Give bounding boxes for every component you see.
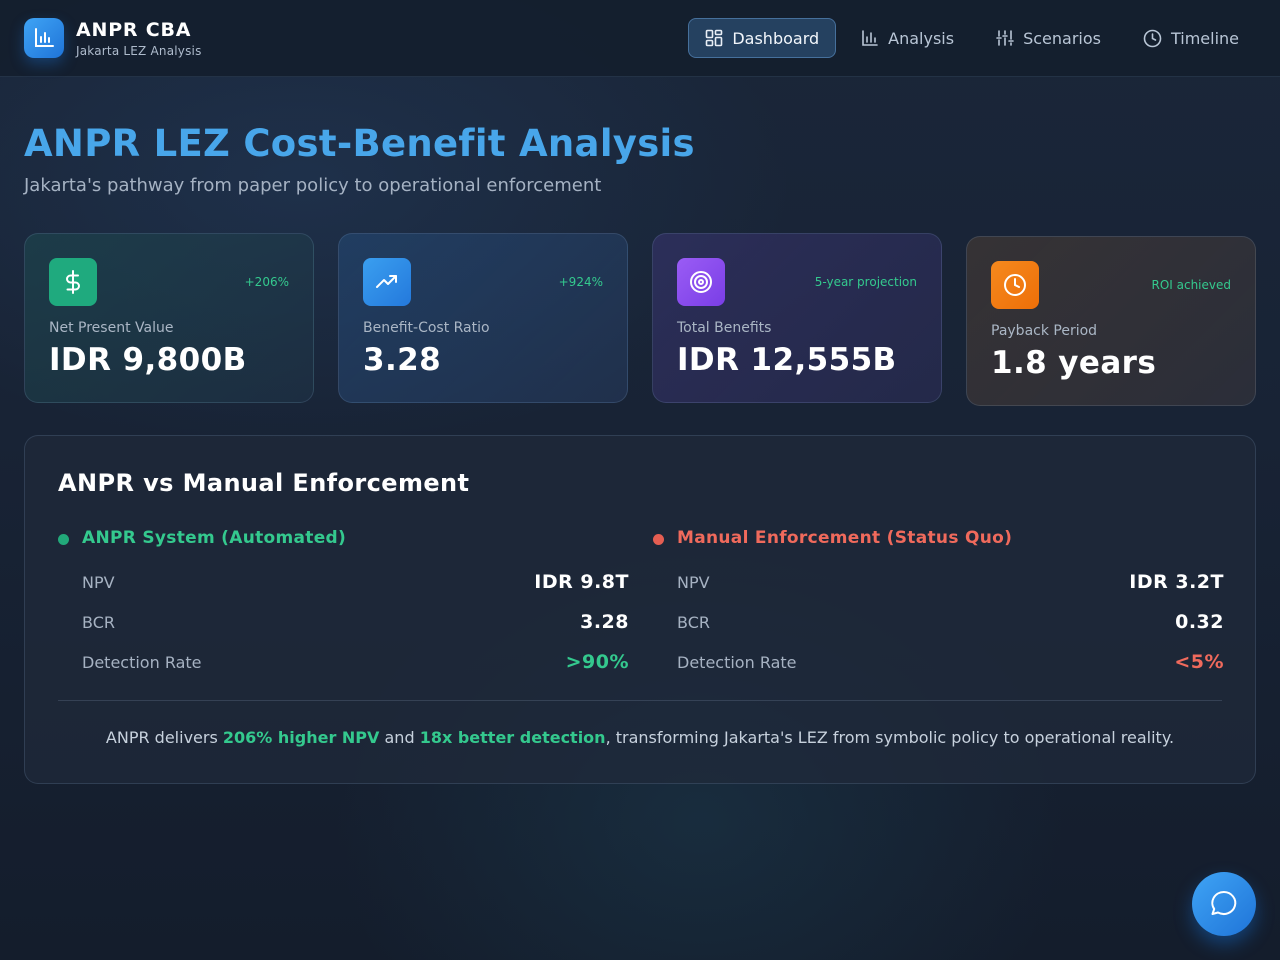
metric-label: NPV [677,573,710,592]
anpr-metric-npv: NPV IDR 9.8T [82,571,629,595]
kpi-badge: +924% [558,275,603,289]
bar-chart-icon [862,30,878,46]
grid-icon [706,29,723,47]
nav-timeline[interactable]: Timeline [1126,18,1256,58]
manual-heading-text: Manual Enforcement (Status Quo) [677,528,1013,548]
metric-label: Detection Rate [677,653,797,672]
metric-value: IDR 9.8T [534,571,629,593]
anpr-heading-text: ANPR System (Automated) [82,528,347,548]
kpi-value: IDR 9,800B [49,342,247,378]
trending-up-icon [363,258,411,306]
chat-button[interactable] [1192,872,1256,936]
brand-title[interactable]: ANPR CBA [76,19,191,41]
manual-metric-npv: NPV IDR 3.2T [677,571,1224,595]
manual-metric-bcr: BCR 0.32 [677,611,1224,635]
summary-suffix: , transforming Jakarta's LEZ from symbol… [605,728,1175,747]
dollar-icon [49,258,97,306]
page-subtitle: Jakarta's pathway from paper policy to o… [24,175,602,196]
clock-icon [991,261,1039,309]
status-dot-icon [653,534,664,545]
anpr-column: ANPR System (Automated) NPV IDR 9.8T BCR… [58,528,629,673]
kpi-label: Payback Period [991,323,1098,339]
nav-analysis-label: Analysis [888,28,955,48]
anpr-metric-bcr: BCR 3.28 [82,611,629,635]
metric-value: IDR 3.2T [1129,571,1224,593]
summary-highlight-npv: 206% higher NPV [222,728,380,747]
clock-icon [1143,29,1162,47]
nav-dashboard-label: Dashboard [732,28,820,48]
nav-analysis[interactable]: Analysis [844,18,971,58]
kpi-badge: 5-year projection [814,275,917,289]
kpi-card-npv[interactable]: +206% Net Present Value IDR 9,800B [24,233,314,403]
metric-value: >90% [565,651,629,673]
summary-middle: and [379,728,420,747]
page-title: ANPR LEZ Cost-Benefit Analysis [24,122,695,165]
kpi-value: 3.28 [363,342,442,378]
nav-dashboard[interactable]: Dashboard [688,18,837,58]
chat-bubble-icon [1211,890,1237,915]
anpr-metric-detection: Detection Rate >90% [82,651,629,675]
metric-label: NPV [82,573,115,592]
kpi-label: Total Benefits [677,320,772,336]
kpi-value: 1.8 years [991,345,1157,381]
nav-scenarios-label: Scenarios [1023,28,1101,48]
bar-chart-logo-icon[interactable] [24,18,64,58]
metric-label: Detection Rate [82,653,202,672]
metric-value: <5% [1174,651,1224,673]
target-icon [677,258,725,306]
kpi-badge: ROI achieved [1151,278,1231,292]
nav-scenarios[interactable]: Scenarios [979,18,1118,58]
kpi-value: IDR 12,555B [677,342,897,378]
kpi-card-bcr[interactable]: +924% Benefit-Cost Ratio 3.28 [338,233,628,403]
brand-subtitle: Jakarta LEZ Analysis [76,44,202,58]
summary-prefix: ANPR delivers [105,728,223,747]
manual-column: Manual Enforcement (Status Quo) NPV IDR … [653,528,1224,673]
anpr-heading: ANPR System (Automated) [58,528,629,550]
main-nav: Dashboard Analysis Scenarios Timeline [688,18,1256,58]
kpi-label: Benefit-Cost Ratio [363,320,490,336]
divider [58,700,1222,701]
kpi-card-total-benefits[interactable]: 5-year projection Total Benefits IDR 12,… [652,233,942,403]
comparison-summary: ANPR delivers 206% higher NPV and 18x be… [58,728,1222,747]
status-dot-icon [58,534,69,545]
summary-highlight-detection: 18x better detection [419,728,606,747]
manual-metric-detection: Detection Rate <5% [677,651,1224,675]
metric-label: BCR [677,613,710,632]
comparison-panel: ANPR vs Manual Enforcement ANPR System (… [24,435,1256,784]
metric-value: 3.28 [580,611,629,633]
top-navigation-bar: ANPR CBA Jakarta LEZ Analysis Dashboard … [0,0,1280,77]
nav-timeline-label: Timeline [1170,28,1239,48]
kpi-card-payback[interactable]: ROI achieved Payback Period 1.8 years [966,236,1256,406]
manual-heading: Manual Enforcement (Status Quo) [653,528,1224,550]
metric-label: BCR [82,613,115,632]
sliders-icon [996,30,1014,46]
comparison-title: ANPR vs Manual Enforcement [58,469,470,497]
kpi-label: Net Present Value [49,320,174,336]
kpi-badge: +206% [244,275,289,289]
metric-value: 0.32 [1175,611,1224,633]
